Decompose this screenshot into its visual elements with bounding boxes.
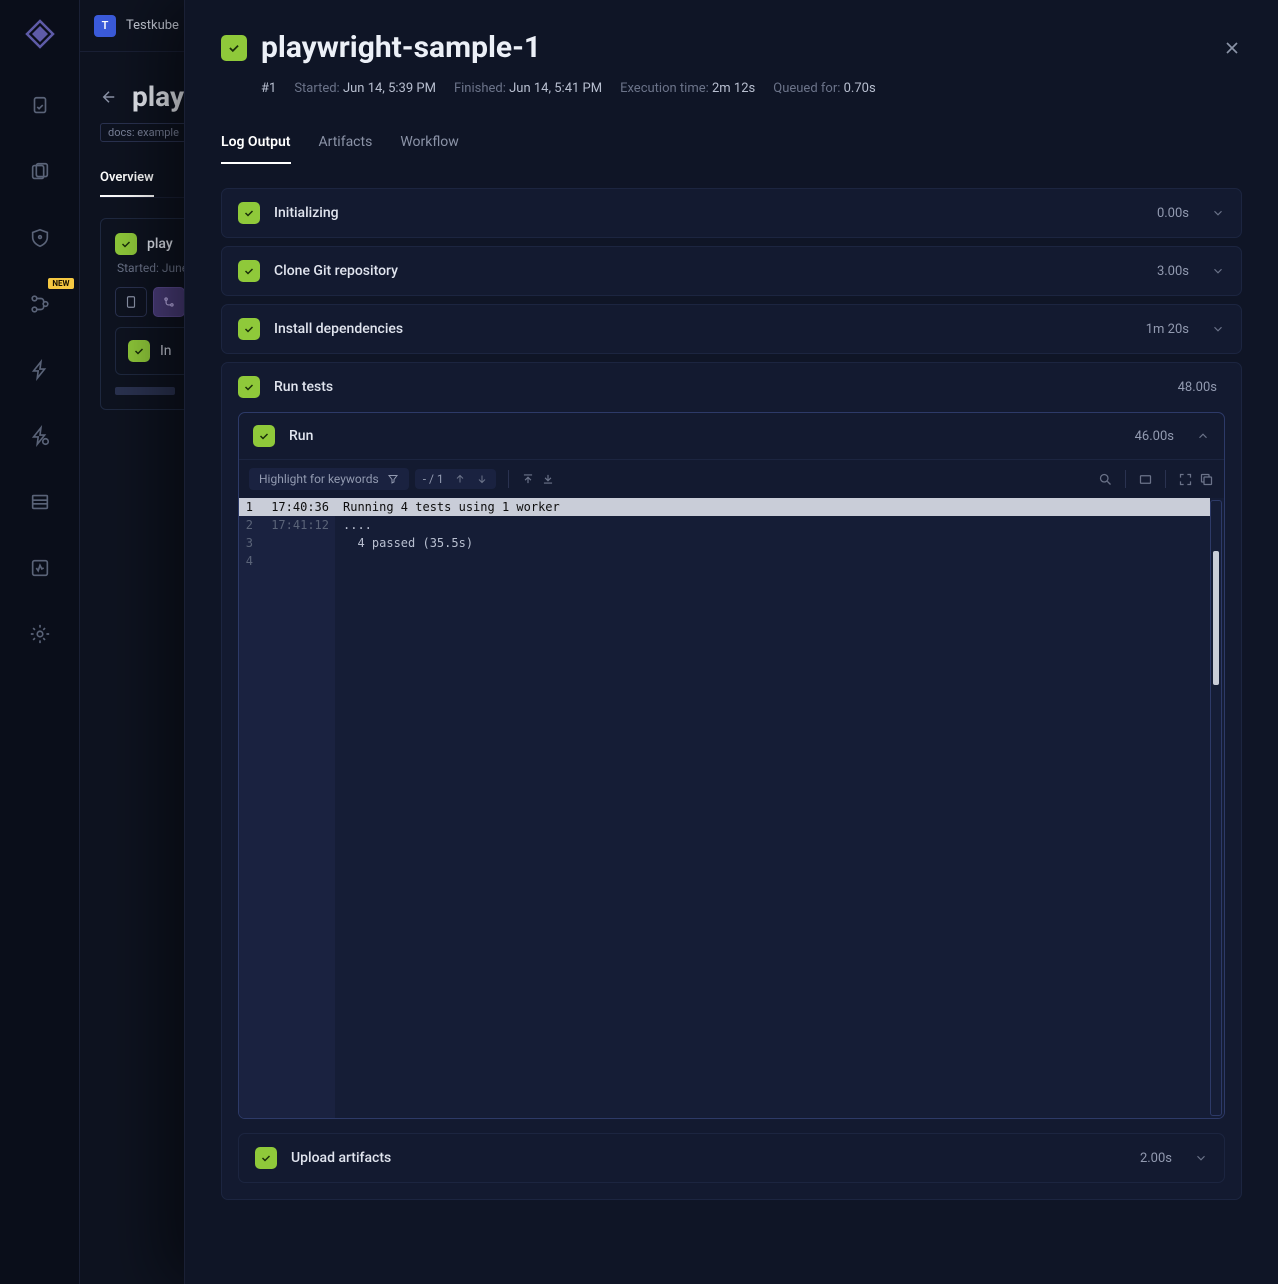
step-run-tests-header[interactable]: Run tests 48.00s xyxy=(238,376,1225,398)
meta-started: Started: Jun 14, 5:39 PM xyxy=(294,81,436,96)
step-time: 0.00s xyxy=(1157,206,1189,221)
meta-queued: Queued for: 0.70s xyxy=(773,81,875,96)
chevron-up-icon xyxy=(1196,429,1210,443)
keyword-filter[interactable]: Highlight for keywords xyxy=(249,468,409,490)
step-time: 3.00s xyxy=(1157,264,1189,279)
scroll-bottom-icon[interactable] xyxy=(541,472,555,486)
step-install[interactable]: Install dependencies 1m 20s xyxy=(221,304,1242,354)
step-time: 48.00s xyxy=(1178,380,1217,395)
separator xyxy=(1125,470,1126,488)
nav-workflows-icon[interactable] xyxy=(20,284,60,324)
nav-settings-icon[interactable] xyxy=(20,614,60,654)
step-time: 2.00s xyxy=(1140,1151,1172,1166)
mini-tab-file-icon[interactable] xyxy=(115,287,147,317)
tab-workflow[interactable]: Workflow xyxy=(400,122,459,164)
step-upload-artifacts[interactable]: Upload artifacts 2.00s xyxy=(238,1133,1225,1183)
drawer-title: playwright-sample-1 xyxy=(261,30,1208,65)
nested-step-header[interactable]: Run 46.00s xyxy=(239,413,1224,459)
chevron-down-icon xyxy=(1211,322,1225,336)
docs-chip[interactable]: docs: example xyxy=(100,123,187,142)
nav-status-icon[interactable] xyxy=(20,548,60,588)
meta-finished: Finished: Jun 14, 5:41 PM xyxy=(454,81,602,96)
check-icon xyxy=(238,260,260,282)
bg-tab-overview[interactable]: Overview xyxy=(100,160,154,197)
step-initializing[interactable]: Initializing 0.00s xyxy=(221,188,1242,238)
check-icon xyxy=(255,1147,277,1169)
step-name: Install dependencies xyxy=(274,321,1132,337)
nav-webhooks-icon[interactable] xyxy=(20,416,60,456)
env-name: Testkube xyxy=(126,18,179,33)
step-name: Initializing xyxy=(274,205,1143,221)
tab-log-output[interactable]: Log Output xyxy=(221,122,291,164)
arrow-down-icon[interactable] xyxy=(476,473,488,485)
log-scrollbar[interactable] xyxy=(1210,500,1222,1116)
nav-sources-icon[interactable] xyxy=(20,482,60,522)
arrow-up-icon[interactable] xyxy=(454,473,466,485)
meta-exec-time: Execution time: 2m 12s xyxy=(620,81,755,96)
nav-suites-icon[interactable] xyxy=(20,152,60,192)
search-icon[interactable] xyxy=(1098,472,1113,487)
nested-step-run: Run 46.00s Highlight for keywords - / 1 xyxy=(238,412,1225,1119)
separator xyxy=(508,470,509,488)
step-name: Upload artifacts xyxy=(291,1150,1126,1166)
fullscreen-icon[interactable] xyxy=(1178,472,1193,487)
step-time: 1m 20s xyxy=(1146,322,1189,337)
search-pager: - / 1 xyxy=(415,469,496,489)
step-run-tests: Run tests 48.00s Run 46.00s Highligh xyxy=(221,362,1242,1200)
scrollbar-thumb[interactable] xyxy=(1213,551,1219,685)
wrap-icon[interactable] xyxy=(1138,472,1153,487)
close-icon[interactable] xyxy=(1222,38,1242,58)
check-icon xyxy=(128,340,150,362)
filter-icon xyxy=(387,473,399,485)
step-clone[interactable]: Clone Git repository 3.00s xyxy=(221,246,1242,296)
check-icon xyxy=(221,35,247,61)
step-name: Run xyxy=(289,428,1121,444)
log-toolbar: Highlight for keywords - / 1 xyxy=(239,459,1224,498)
log-gutter: 117:40:36217:41:1234 xyxy=(239,498,335,1118)
mini-tab-git-icon[interactable] xyxy=(153,287,185,317)
chevron-down-icon xyxy=(1211,206,1225,220)
separator xyxy=(1165,470,1166,488)
nav-security-icon[interactable] xyxy=(20,218,60,258)
back-arrow-icon[interactable] xyxy=(100,88,118,106)
card-title: play xyxy=(147,236,173,252)
exec-id: #1 xyxy=(261,81,276,96)
bg-step-label: In xyxy=(160,343,172,359)
copy-icon[interactable] xyxy=(1199,472,1214,487)
chevron-down-icon xyxy=(1194,1151,1208,1165)
left-nav-rail xyxy=(0,0,80,1284)
nav-triggers-icon[interactable] xyxy=(20,350,60,390)
check-icon xyxy=(238,318,260,340)
log-content: Running 4 tests using 1 worker.... 4 pas… xyxy=(335,498,1210,1118)
tab-artifacts[interactable]: Artifacts xyxy=(319,122,373,164)
product-logo xyxy=(24,18,56,50)
step-name: Clone Git repository xyxy=(274,263,1143,279)
pager-text: - / 1 xyxy=(423,472,444,486)
check-icon xyxy=(238,376,260,398)
check-icon xyxy=(238,202,260,224)
page-title: play xyxy=(132,80,184,113)
chevron-down-icon xyxy=(1211,264,1225,278)
check-icon xyxy=(253,425,275,447)
step-time: 46.00s xyxy=(1135,429,1174,444)
step-name: Run tests xyxy=(274,379,1164,395)
env-badge[interactable]: T xyxy=(94,15,116,37)
page-background: T Testkube play docs: example Overview p… xyxy=(80,0,1278,1284)
check-icon xyxy=(115,233,137,255)
horizontal-scroll-thumb[interactable] xyxy=(115,387,175,395)
nav-tests-icon[interactable] xyxy=(20,86,60,126)
scroll-top-icon[interactable] xyxy=(521,472,535,486)
execution-drawer: playwright-sample-1 #1 Started: Jun 14, … xyxy=(184,0,1278,1284)
log-viewer[interactable]: 117:40:36217:41:1234 Running 4 tests usi… xyxy=(239,498,1224,1118)
